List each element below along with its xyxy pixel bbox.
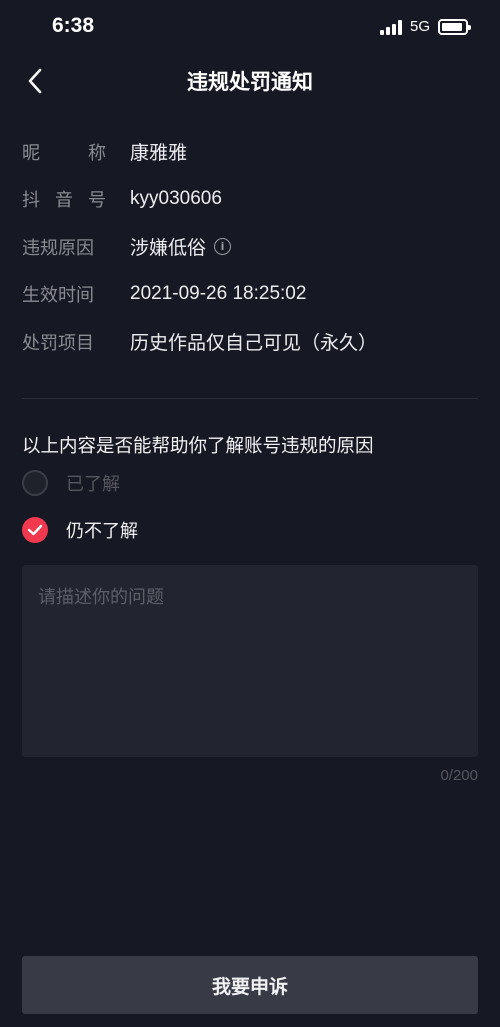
signal-icon xyxy=(379,19,402,35)
option-label: 仍不了解 xyxy=(66,521,138,542)
label-char: 音 xyxy=(55,190,73,212)
battery-level xyxy=(442,22,462,31)
label-char: 昵 xyxy=(22,142,40,164)
label-char: 称 xyxy=(88,142,106,164)
effective-time-value: 2021-09-26 18:25:02 xyxy=(130,283,307,305)
status-indicators: 5G xyxy=(379,18,471,35)
network-type: 5G xyxy=(409,18,430,35)
checkmark-icon xyxy=(27,524,43,536)
douyin-id-label: 抖 音 号 xyxy=(22,186,106,212)
radio-checked[interactable] xyxy=(22,517,48,543)
reason-value-group: 涉嫌低俗 i xyxy=(130,233,232,260)
divider xyxy=(22,398,478,399)
penalty-label: 处罚项目 xyxy=(22,332,94,354)
penalty-value: 历史作品仅自己可见（永久） xyxy=(130,332,378,355)
nav-bar: 违规处罚通知 xyxy=(0,56,500,106)
info-row-douyin-id: 抖 音 号 kyy030606 xyxy=(0,176,500,224)
nickname-label: 昵 称 xyxy=(22,139,106,165)
status-time: 6:38 xyxy=(52,14,95,37)
radio-unchecked[interactable] xyxy=(22,470,48,496)
reason-value: 涉嫌低俗 xyxy=(130,237,207,260)
appeal-button[interactable]: 我要申诉 xyxy=(22,956,478,1014)
info-row-reason: 违规原因 涉嫌低俗 i xyxy=(0,223,500,271)
info-row-nickname: 昵 称 康雅雅 xyxy=(0,128,500,176)
reason-label: 违规原因 xyxy=(22,237,94,259)
label-char: 抖 xyxy=(22,190,40,212)
violation-info: 昵 称 康雅雅 抖 音 号 kyy030606 违规原因 涉嫌低俗 i 生效时间… xyxy=(0,128,500,366)
douyin-id-value: kyy030606 xyxy=(130,188,222,210)
page-title: 违规处罚通知 xyxy=(187,70,313,94)
info-row-penalty: 处罚项目 历史作品仅自己可见（永久） xyxy=(0,318,500,366)
status-bar: 6:38 5G xyxy=(0,0,500,56)
info-row-effective-time: 生效时间 2021-09-26 18:25:02 xyxy=(0,271,500,319)
char-counter: 0/200 xyxy=(440,767,478,784)
feedback-question: 以上内容是否能帮助你了解账号违规的原因 xyxy=(22,436,374,457)
option-label: 已了解 xyxy=(66,474,120,495)
label-char: 号 xyxy=(88,190,106,212)
nickname-value: 康雅雅 xyxy=(130,142,188,165)
battery-icon xyxy=(438,18,471,35)
option-understood[interactable]: 已了解 xyxy=(22,470,120,496)
problem-description-input[interactable] xyxy=(22,565,478,757)
info-circle-icon[interactable]: i xyxy=(214,238,232,256)
option-not-understood[interactable]: 仍不了解 xyxy=(22,517,138,543)
effective-time-label: 生效时间 xyxy=(22,285,94,307)
